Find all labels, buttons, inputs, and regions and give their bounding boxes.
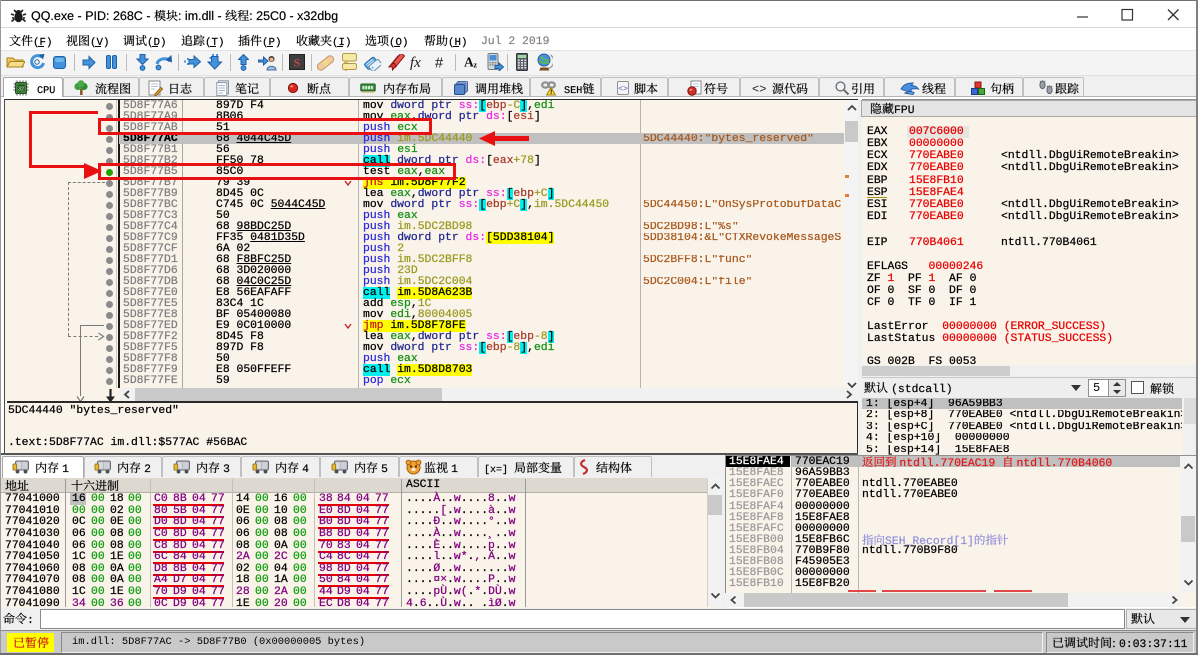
svg-text:fx: fx (410, 55, 421, 71)
svg-text:32: 32 (18, 87, 24, 93)
svg-text:z: z (474, 61, 478, 70)
svg-text:S: S (294, 56, 301, 70)
svg-text:<>: <> (752, 83, 766, 97)
svg-text:A: A (464, 55, 474, 70)
svg-text:!: ! (550, 89, 552, 96)
svg-text:<>: <> (618, 85, 628, 94)
svg-text:#: # (435, 56, 443, 72)
